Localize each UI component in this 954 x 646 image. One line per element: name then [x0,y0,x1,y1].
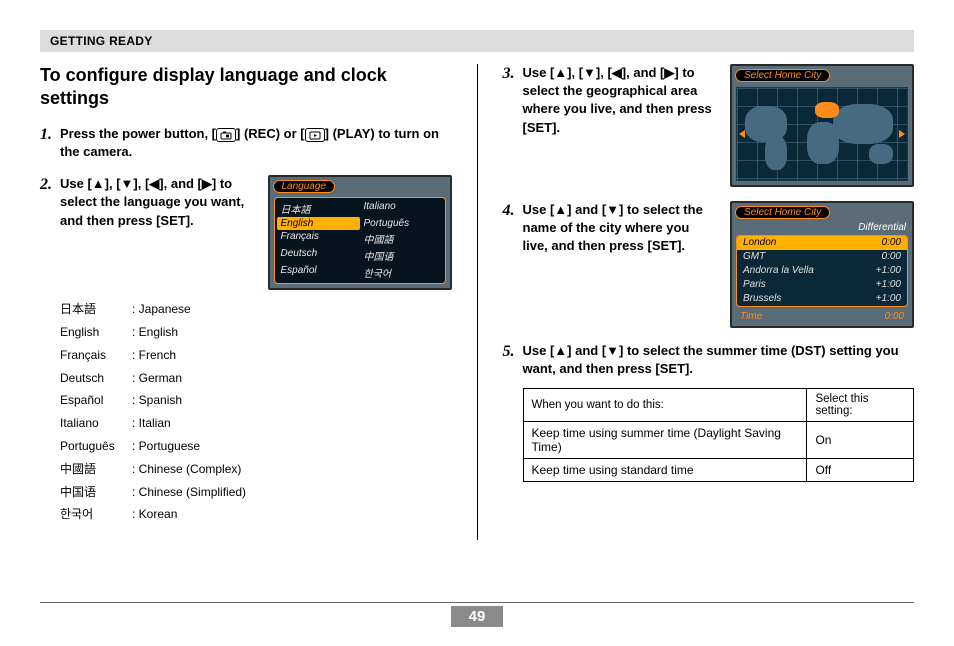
lcd-city-row: GMT0:00 [737,250,907,264]
language-row: 日本語Japanese [60,298,452,321]
language-row: 한국어Korean [60,503,452,526]
step-text: Use [▲], [▼], [◀], and [▶] to select the… [60,175,256,230]
step-number: 1. [40,125,52,161]
language-native: 中国语 [60,481,132,504]
step-2: 2. Use [▲], [▼], [◀], and [▶] to select … [40,175,452,526]
language-row: 中国语Chinese (Simplified) [60,481,452,504]
lcd-language-option: Español [277,264,360,281]
lcd-city-row: Andorra la Vella+1:00 [737,264,907,278]
two-column-layout: To configure display language and clock … [40,64,914,540]
lcd-city-row: London0:00 [737,236,907,250]
language-english: Italian [132,412,171,435]
language-english: Chinese (Simplified) [132,481,246,504]
lcd-language-option: 中國語 [360,230,443,247]
language-list: 日本語JapaneseEnglishEnglishFrançaisFrenchD… [60,298,452,526]
manual-page: GETTING READY To configure display langu… [0,0,954,646]
language-row: EspañolSpanish [60,389,452,412]
lcd-title: Select Home City [735,206,830,219]
language-row: 中國語Chinese (Complex) [60,458,452,481]
lcd-language-menu: Language 日本語ItalianoEnglishPortuguêsFran… [268,175,452,290]
step-5: 5. Use [▲] and [▼] to select the summer … [503,342,915,482]
lcd-language-option: Français [277,230,360,247]
language-english: Japanese [132,298,191,321]
lcd-city-row: Paris+1:00 [737,278,907,292]
step-number: 3. [503,64,515,187]
lcd-title: Select Home City [735,69,830,82]
language-native: 中國語 [60,458,132,481]
language-row: EnglishEnglish [60,321,452,344]
lcd-language-option: Português [360,217,443,230]
left-column: To configure display language and clock … [40,64,478,540]
text: ] (REC) or [ [236,126,305,141]
lcd-city-row: Brussels+1:00 [737,292,907,306]
lcd-language-option: English [277,217,360,230]
lcd-language-option: 日本語 [277,200,360,217]
language-row: PortuguêsPortuguese [60,435,452,458]
arrow-right-icon [899,130,905,138]
table-header: When you want to do this: [523,389,807,422]
text: Press the power button, [ [60,126,216,141]
language-native: 日本語 [60,298,132,321]
page-footer: 49 [40,602,914,628]
language-native: Deutsch [60,367,132,390]
language-native: Italiano [60,412,132,435]
language-english: Portuguese [132,435,200,458]
language-english: French [132,344,176,367]
language-row: FrançaisFrench [60,344,452,367]
language-row: DeutschGerman [60,367,452,390]
language-english: German [132,367,182,390]
language-english: Spanish [132,389,182,412]
language-row: ItalianoItalian [60,412,452,435]
step-1: 1. Press the power button, [ ] (REC) or [… [40,125,452,161]
dst-table: When you want to do this: Select this se… [523,388,915,482]
lcd-language-option: Italiano [360,200,443,217]
step-4: 4. Use [▲] and [▼] to select the name of… [503,201,915,328]
step-text: Use [▲] and [▼] to select the summer tim… [523,342,915,378]
play-icon [305,128,325,142]
table-cell: Off [807,459,914,482]
time-label: Time [740,311,762,322]
differential-label: Differential [732,222,912,235]
table-cell: On [807,422,914,459]
arrow-left-icon [739,130,745,138]
language-english: Korean [132,503,177,526]
language-native: Português [60,435,132,458]
lcd-world-map: Select Home City [730,64,914,187]
right-column: 3. Use [▲], [▼], [◀], and [▶] to select … [478,64,915,540]
page-title: To configure display language and clock … [40,64,452,111]
language-english: Chinese (Complex) [132,458,241,481]
table-row: Keep time using summer time (Daylight Sa… [523,422,914,459]
step-text: Press the power button, [] (REC) or [] (… [60,125,452,161]
language-native: English [60,321,132,344]
table-cell: Keep time using standard time [523,459,807,482]
page-number: 49 [451,606,504,627]
language-native: 한국어 [60,503,132,526]
step-text: Use [▲] and [▼] to select the name of th… [523,201,719,256]
camera-rec-icon [216,128,236,142]
map-highlight-icon [815,102,839,118]
language-native: Français [60,344,132,367]
step-3: 3. Use [▲], [▼], [◀], and [▶] to select … [503,64,915,187]
step-number: 4. [503,201,515,328]
section-header: GETTING READY [40,30,914,52]
lcd-language-option: 中国语 [360,247,443,264]
lcd-language-option: Deutsch [277,247,360,264]
step-number: 2. [40,175,52,526]
lcd-title: Language [273,180,336,193]
table-header: Select this setting: [807,389,914,422]
language-english: English [132,321,178,344]
step-number: 5. [503,342,515,482]
language-native: Español [60,389,132,412]
table-row: Keep time using standard timeOff [523,459,914,482]
lcd-language-option: 한국어 [360,264,443,281]
step-text: Use [▲], [▼], [◀], and [▶] to select the… [523,64,719,137]
table-cell: Keep time using summer time (Daylight Sa… [523,422,807,459]
lcd-city-menu: Select Home City Differential London0:00… [730,201,914,328]
time-value: 0:00 [885,311,904,322]
